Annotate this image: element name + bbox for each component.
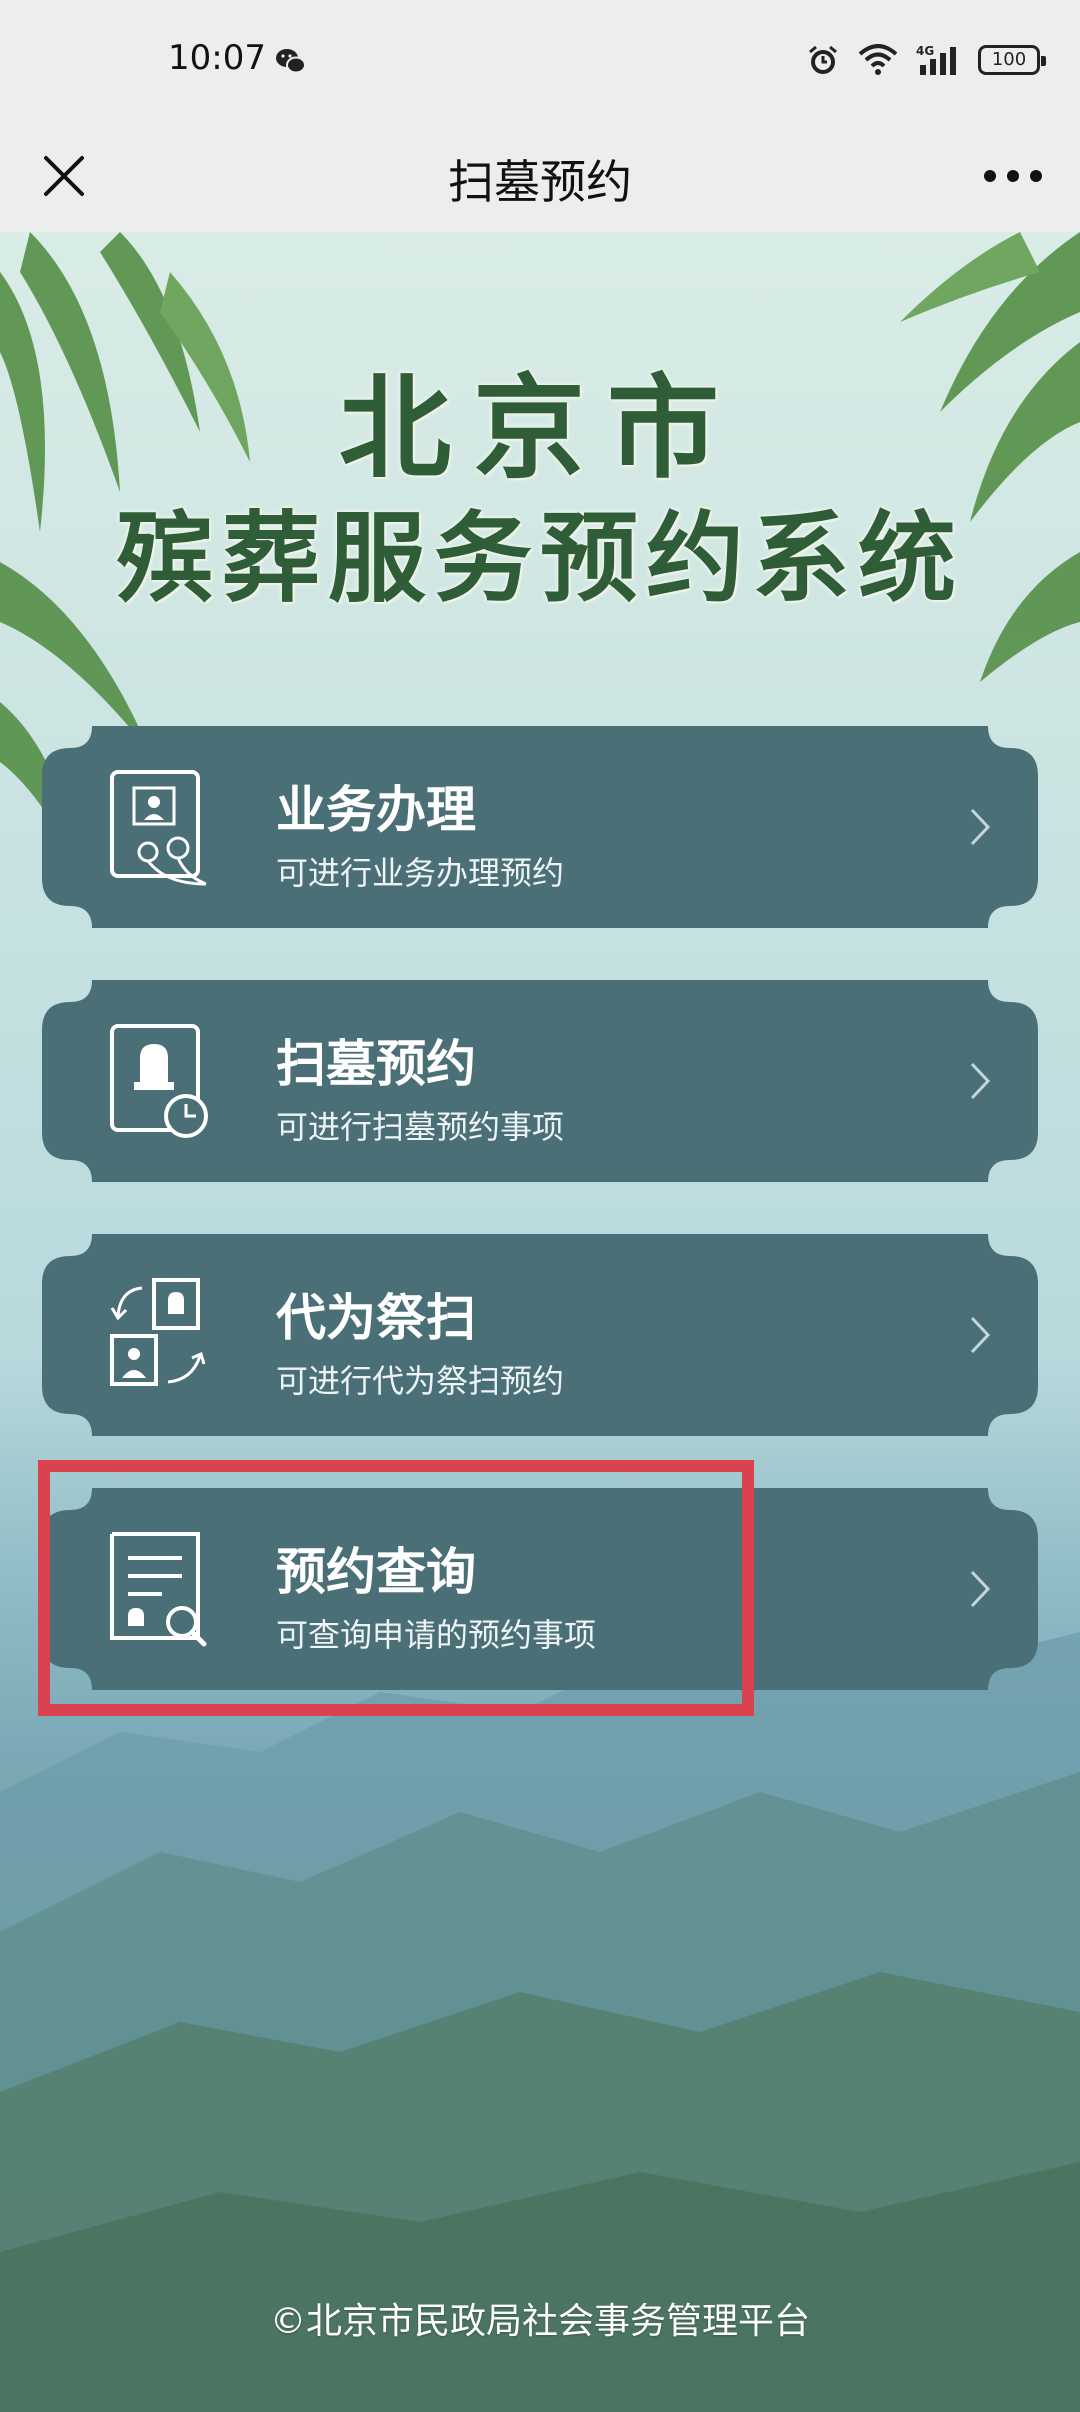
card-grave-sweeping[interactable]: 扫墓预约 可进行扫墓预约事项 <box>42 980 1038 1182</box>
card-subtitle: 可进行业务办理预约 <box>276 854 565 892</box>
status-icons: 4G 100 <box>806 40 1046 80</box>
title-system: 殡葬服务预约系统 <box>115 501 964 616</box>
chevron-right-icon <box>970 1062 991 1100</box>
wifi-icon <box>858 44 898 75</box>
card-title: 代为祭扫 <box>276 1289 476 1347</box>
battery-level: 100 <box>991 49 1027 70</box>
status-bar: 10:07 4G 100 <box>0 0 1080 120</box>
wechat-icon <box>276 49 306 74</box>
alarm-icon <box>809 45 837 74</box>
card-title: 业务办理 <box>276 781 476 839</box>
page-title: 扫墓预约 <box>448 155 632 209</box>
status-time: 10:07 <box>168 38 266 78</box>
footer-copyright: ©北京市民政局社会事务管理平台 <box>269 2301 810 2342</box>
card-subtitle: 可进行扫墓预约事项 <box>276 1108 565 1146</box>
chevron-right-icon <box>970 1570 991 1608</box>
battery-indicator: 100 <box>978 45 1046 75</box>
proxy-exchange-icon <box>110 1278 206 1386</box>
nav-bar: 扫墓预约 <box>0 120 1080 232</box>
chevron-right-icon <box>970 808 991 846</box>
portrait-flower-icon <box>110 770 207 886</box>
main-content: 北京市 殡葬服务预约系统 业务办理 可进行业务办理预约 扫墓预约 可进行扫墓预约… <box>0 232 1080 2412</box>
card-business-handling[interactable]: 业务办理 可进行业务办理预约 <box>42 726 1038 928</box>
title-city: 北京市 <box>339 363 741 494</box>
card-subtitle: 可进行代为祭扫预约 <box>276 1362 565 1400</box>
signal-4g-icon: 4G <box>916 44 956 75</box>
more-menu-icon[interactable] <box>976 142 1050 210</box>
highlight-box <box>38 1460 754 1716</box>
card-proxy-sweeping[interactable]: 代为祭扫 可进行代为祭扫预约 <box>42 1234 1038 1436</box>
card-title: 扫墓预约 <box>276 1035 476 1093</box>
chevron-right-icon <box>970 1316 991 1354</box>
system-title: 北京市 殡葬服务预约系统 <box>0 364 1080 624</box>
tombstone-clock-icon <box>110 1024 208 1138</box>
svg-text:4G: 4G <box>916 44 934 58</box>
